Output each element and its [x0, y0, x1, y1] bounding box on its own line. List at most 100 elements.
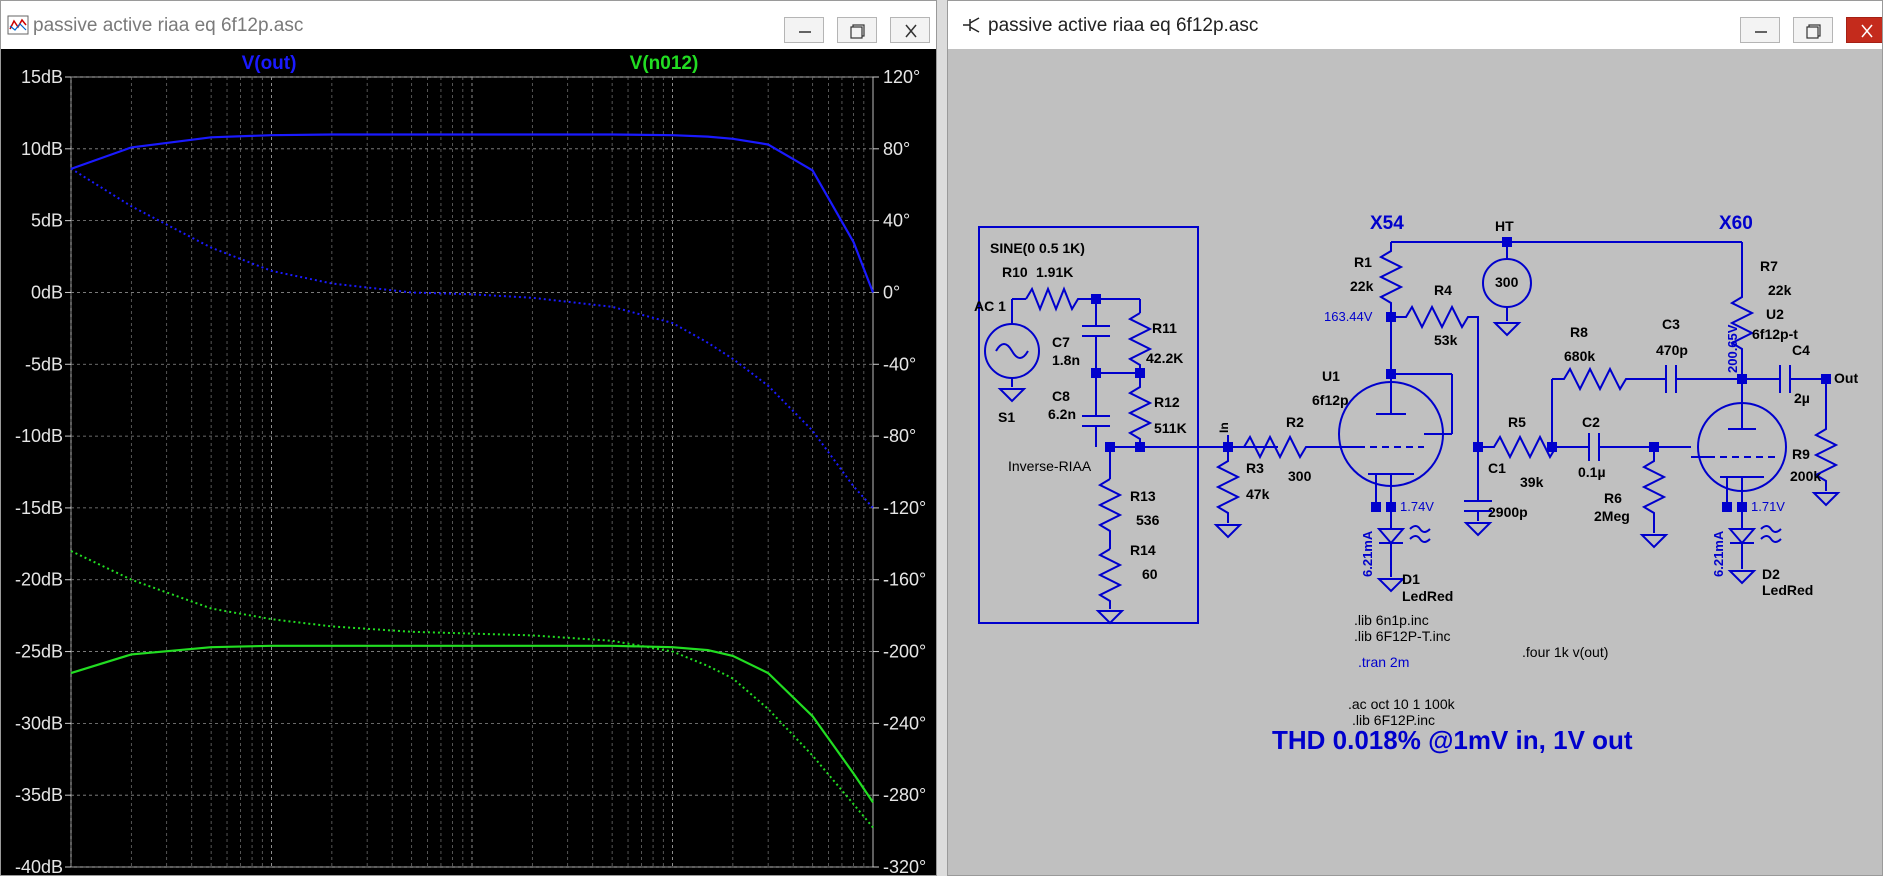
value-r10[interactable]: 1.91K: [1036, 264, 1073, 280]
minimize-button[interactable]: [784, 17, 824, 43]
value-r6[interactable]: 2Meg: [1594, 508, 1630, 524]
value-r11[interactable]: 42.2K: [1146, 350, 1183, 366]
ref-r5[interactable]: R5: [1508, 414, 1526, 430]
value-c3[interactable]: 470p: [1656, 342, 1688, 358]
ref-r1[interactable]: R1: [1354, 254, 1372, 270]
led-d1[interactable]: [1376, 528, 1406, 545]
ref-u1[interactable]: U1: [1322, 368, 1340, 384]
value-r1[interactable]: 22k: [1350, 278, 1374, 294]
value-r4[interactable]: 53k: [1434, 332, 1458, 348]
schematic-titlebar[interactable]: passive active riaa eq 6f12p.asc: [948, 1, 1882, 50]
value-r3[interactable]: 47k: [1246, 486, 1270, 502]
close-button[interactable]: [890, 17, 930, 43]
voltage-u1-anode[interactable]: 163.44V: [1324, 309, 1373, 324]
ref-d2[interactable]: D2: [1762, 566, 1780, 582]
resistor-r4[interactable]: [1391, 304, 1479, 447]
value-c7[interactable]: 1.8n: [1052, 352, 1080, 368]
value-r7[interactable]: 22k: [1768, 282, 1792, 298]
value-c2[interactable]: 0.1µ: [1578, 464, 1606, 480]
ref-r2[interactable]: R2: [1286, 414, 1304, 430]
ref-c4[interactable]: C4: [1792, 342, 1810, 358]
voltage-u1-cathode[interactable]: 1.74V: [1400, 499, 1434, 514]
minimize-button[interactable]: [1740, 17, 1780, 43]
voltage-u2-cathode[interactable]: 1.71V: [1751, 499, 1785, 514]
resistor-r8[interactable]: [1552, 366, 1666, 392]
ref-c8[interactable]: C8: [1052, 388, 1070, 404]
value-c4[interactable]: 2µ: [1794, 390, 1810, 406]
label-s1[interactable]: S1: [998, 409, 1015, 425]
ref-c2[interactable]: C2: [1582, 414, 1600, 430]
value-u1[interactable]: 6f12p: [1312, 392, 1349, 408]
restore-button[interactable]: [1793, 17, 1833, 43]
value-r2[interactable]: 300: [1288, 468, 1312, 484]
plot-window[interactable]: passive active riaa eq 6f12p.asc 15dB 10d…: [0, 0, 937, 876]
value-c8[interactable]: 6.2n: [1048, 406, 1076, 422]
ref-r11[interactable]: R11: [1152, 320, 1177, 336]
ref-r6[interactable]: R6: [1604, 490, 1622, 506]
value-r12[interactable]: 511K: [1154, 420, 1187, 436]
voltage-u2-anode[interactable]: 200.65V: [1725, 324, 1740, 373]
resistor-r12[interactable]: [1127, 373, 1153, 447]
net-label-in[interactable]: In: [1217, 422, 1231, 433]
directive-lib-6n1p[interactable]: .lib 6n1p.inc: [1354, 612, 1429, 628]
current-u2[interactable]: 6.21mA: [1711, 530, 1726, 577]
directive-ac[interactable]: .ac oct 10 1 100k: [1348, 696, 1456, 712]
series-vout-magnitude[interactable]: [70, 133, 875, 293]
ref-r10[interactable]: R10: [1002, 264, 1028, 280]
resistor-r6[interactable]: [1641, 447, 1667, 533]
current-u1[interactable]: 6.21mA: [1360, 530, 1375, 577]
value-r13[interactable]: 536: [1136, 512, 1160, 528]
directive-tran[interactable]: .tran 2m: [1358, 654, 1409, 670]
series-vn012-magnitude[interactable]: [70, 644, 874, 804]
ref-c3[interactable]: C3: [1662, 316, 1680, 332]
value-r14[interactable]: 60: [1142, 566, 1158, 582]
ref-u2[interactable]: U2: [1766, 306, 1784, 322]
label-ac[interactable]: AC 1: [974, 298, 1006, 314]
resistor-r1[interactable]: [1378, 242, 1404, 317]
schematic-canvas[interactable]: SINE(0 0.5 1K) R10 1.91K AC 1 S1 C7 1.8n…: [948, 49, 1883, 876]
ref-r7[interactable]: R7: [1760, 258, 1778, 274]
resistor-r14[interactable]: [1097, 548, 1123, 609]
schematic-window[interactable]: passive active riaa eq 6f12p.asc SINE(0 …: [947, 0, 1883, 876]
value-r5[interactable]: 39k: [1520, 474, 1544, 490]
resistor-r13[interactable]: [1097, 478, 1123, 549]
ref-c7[interactable]: C7: [1052, 334, 1070, 350]
bode-plot[interactable]: 15dB 10dB 5dB 0dB -5dB -10dB -15dB -20dB -25dB -3…: [1, 49, 937, 876]
ref-r14[interactable]: R14: [1130, 542, 1156, 558]
value-d1[interactable]: LedRed: [1402, 588, 1453, 604]
trace-label-vn012[interactable]: V(n012): [630, 53, 699, 74]
net-label-x54[interactable]: X54: [1370, 213, 1404, 234]
led-d2[interactable]: [1727, 528, 1757, 545]
ref-r8[interactable]: R8: [1570, 324, 1588, 340]
net-label-x60[interactable]: X60: [1719, 213, 1753, 234]
net-label-ht[interactable]: HT: [1495, 218, 1514, 234]
resistor-r10[interactable]: [1025, 286, 1096, 312]
schematic-drawing[interactable]: SINE(0 0.5 1K) R10 1.91K AC 1 S1 C7 1.8n…: [948, 49, 1883, 876]
ref-r4[interactable]: R4: [1434, 282, 1452, 298]
close-button[interactable]: [1846, 17, 1882, 43]
plot-titlebar[interactable]: passive active riaa eq 6f12p.asc: [1, 1, 936, 50]
ref-r13[interactable]: R13: [1130, 488, 1156, 504]
value-r8[interactable]: 680k: [1564, 348, 1595, 364]
directive-four[interactable]: .four 1k v(out): [1522, 644, 1608, 660]
ref-r12[interactable]: R12: [1154, 394, 1180, 410]
ref-c1[interactable]: C1: [1488, 460, 1506, 476]
plot-pane[interactable]: 15dB 10dB 5dB 0dB -5dB -10dB -15dB -20dB -25dB -3…: [1, 49, 937, 876]
ref-r9[interactable]: R9: [1792, 446, 1810, 462]
net-label-out[interactable]: Out: [1834, 370, 1858, 386]
label-source-spec[interactable]: SINE(0 0.5 1K): [990, 240, 1085, 256]
resistor-r3[interactable]: [1215, 447, 1241, 523]
restore-button[interactable]: [837, 17, 877, 43]
value-ht[interactable]: 300: [1495, 274, 1519, 290]
thd-note[interactable]: THD 0.018% @1mV in, 1V out: [1272, 725, 1633, 755]
ref-d1[interactable]: D1: [1402, 571, 1420, 587]
label-inverse-riaa[interactable]: Inverse-RIAA: [1008, 458, 1092, 474]
ref-r3[interactable]: R3: [1246, 460, 1264, 476]
directive-lib-6f12pt[interactable]: .lib 6F12P-T.inc: [1354, 628, 1450, 644]
trace-label-vout[interactable]: V(out): [242, 53, 297, 74]
value-u2[interactable]: 6f12p-t: [1752, 326, 1798, 342]
value-r9[interactable]: 200k: [1790, 468, 1821, 484]
resistor-r5[interactable]: [1478, 434, 1558, 460]
value-c1[interactable]: 2900p: [1488, 504, 1528, 520]
value-d2[interactable]: LedRed: [1762, 582, 1813, 598]
